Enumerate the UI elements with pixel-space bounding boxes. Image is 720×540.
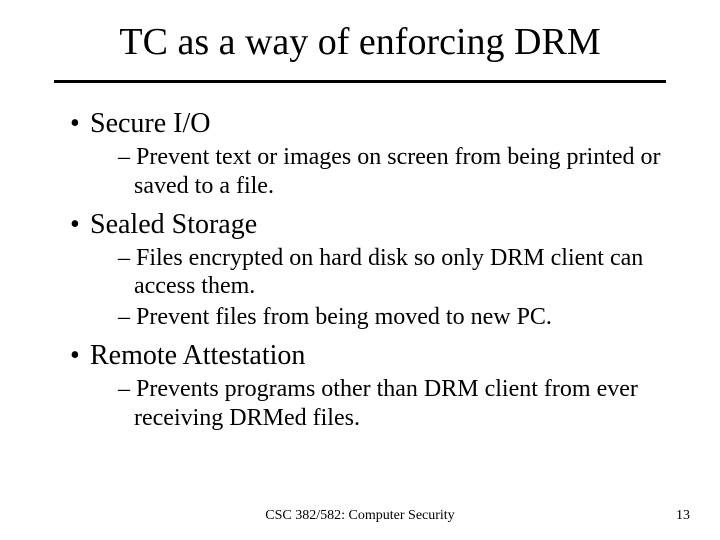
bullet-item: • Remote Attestation — [70, 338, 670, 373]
sub-label: Files encrypted on hard disk so only DRM… — [134, 245, 643, 300]
footer-page-number: 13 — [676, 508, 690, 524]
sub-item: – Files encrypted on hard disk so only D… — [70, 244, 670, 302]
sub-label: Prevent text or images on screen from be… — [134, 144, 661, 199]
slide: TC as a way of enforcing DRM • Secure I/… — [0, 0, 720, 540]
bullet-icon: • — [70, 207, 80, 242]
bullet-label: Sealed Storage — [90, 209, 257, 240]
dash-icon: – — [118, 245, 130, 271]
sub-item: – Prevent text or images on screen from … — [70, 143, 670, 201]
sub-item: – Prevent files from being moved to new … — [70, 303, 670, 332]
dash-icon: – — [118, 144, 130, 170]
sub-label: Prevent files from being moved to new PC… — [136, 304, 552, 330]
sub-label: Prevents programs other than DRM client … — [134, 376, 638, 431]
bullet-item: • Secure I/O — [70, 106, 670, 141]
sub-item: – Prevents programs other than DRM clien… — [70, 375, 670, 433]
slide-body: • Secure I/O – Prevent text or images on… — [70, 100, 670, 435]
dash-icon: – — [118, 376, 130, 402]
slide-title: TC as a way of enforcing DRM — [0, 22, 720, 64]
bullet-label: Remote Attestation — [90, 340, 305, 371]
title-underline — [54, 80, 666, 83]
bullet-icon: • — [70, 338, 80, 373]
bullet-item: • Sealed Storage — [70, 207, 670, 242]
bullet-label: Secure I/O — [90, 108, 211, 139]
dash-icon: – — [118, 304, 130, 330]
bullet-icon: • — [70, 106, 80, 141]
footer-course: CSC 382/582: Computer Security — [0, 508, 720, 524]
